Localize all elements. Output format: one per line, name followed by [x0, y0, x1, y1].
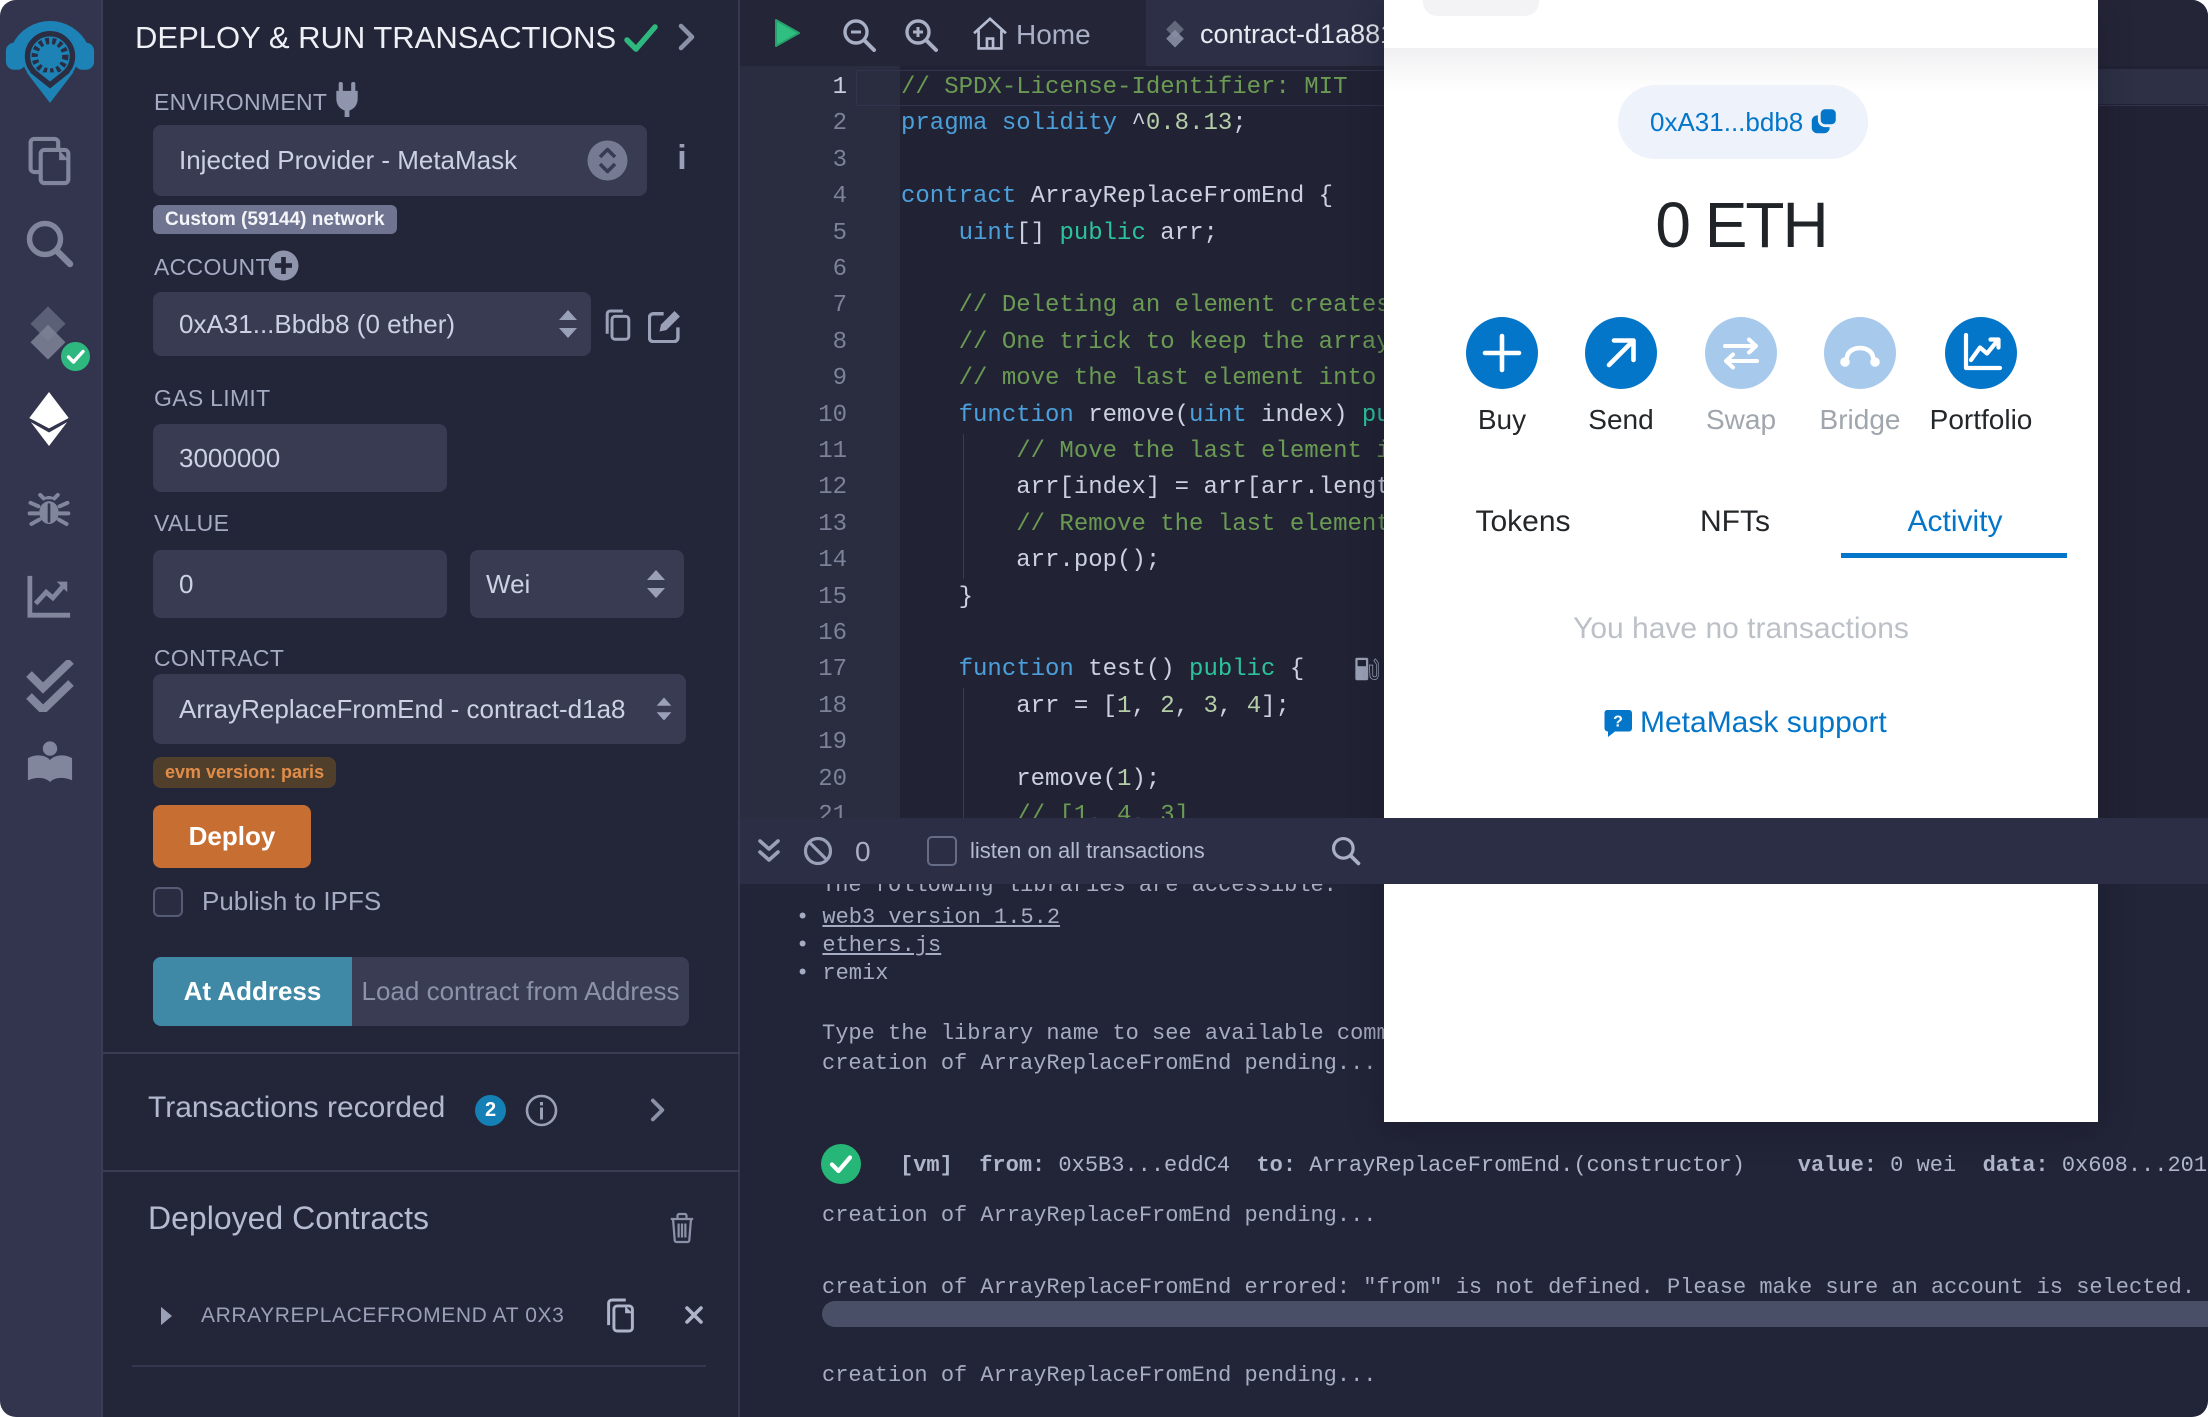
svg-text:?: ? [1613, 714, 1623, 731]
